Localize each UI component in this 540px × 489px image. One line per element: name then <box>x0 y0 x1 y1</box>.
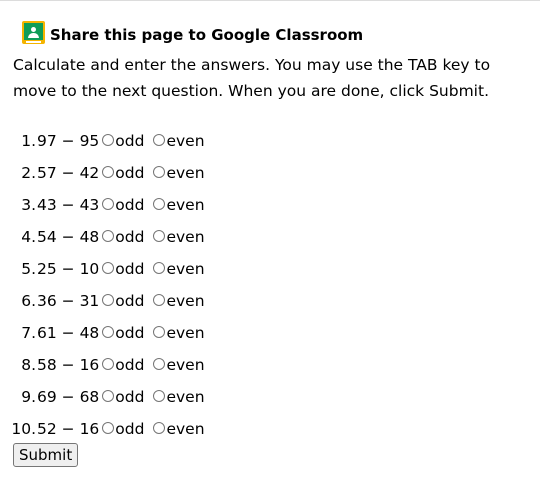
odd-radio[interactable] <box>102 326 115 338</box>
even-label[interactable]: even <box>166 292 204 310</box>
odd-label[interactable]: odd <box>115 420 144 438</box>
question-expression: 57 − 42 <box>37 164 100 182</box>
even-label[interactable]: even <box>166 356 204 374</box>
question-row: 5. 25 − 10 odd even <box>8 253 408 285</box>
question-number: 2. <box>21 164 36 182</box>
even-radio[interactable] <box>153 166 166 178</box>
odd-label[interactable]: odd <box>115 228 144 246</box>
question-number: 3. <box>21 196 36 214</box>
even-label[interactable]: even <box>166 196 204 214</box>
odd-radio[interactable] <box>102 134 115 146</box>
question-number: 1. <box>21 132 36 150</box>
even-label[interactable]: even <box>166 420 204 438</box>
even-radio[interactable] <box>153 326 166 338</box>
even-radio[interactable] <box>153 358 166 370</box>
question-expression: 97 − 95 <box>37 132 100 150</box>
question-expression: 52 − 16 <box>37 420 100 438</box>
question-row: 7. 61 − 48 odd even <box>8 317 408 349</box>
odd-radio[interactable] <box>102 166 115 178</box>
odd-label[interactable]: odd <box>115 292 144 310</box>
even-radio[interactable] <box>153 262 166 274</box>
question-row: 4. 54 − 48 odd even <box>8 221 408 253</box>
odd-radio[interactable] <box>102 198 115 210</box>
even-label[interactable]: even <box>166 388 204 406</box>
even-radio[interactable] <box>153 198 166 210</box>
even-radio[interactable] <box>153 422 166 434</box>
odd-radio[interactable] <box>102 230 115 242</box>
odd-radio[interactable] <box>102 358 115 370</box>
odd-label[interactable]: odd <box>115 196 144 214</box>
question-number: 5. <box>21 260 36 278</box>
share-to-classroom-link[interactable]: Share this page to Google Classroom <box>22 21 363 44</box>
question-row: 2. 57 − 42 odd even <box>8 157 408 189</box>
odd-label[interactable]: odd <box>115 324 144 342</box>
question-row: 8. 58 − 16 odd even <box>8 349 408 381</box>
even-label[interactable]: even <box>166 260 204 278</box>
odd-radio[interactable] <box>102 294 115 306</box>
question-expression: 25 − 10 <box>37 260 100 278</box>
question-row: 9. 69 − 68 odd even <box>8 381 408 413</box>
odd-label[interactable]: odd <box>115 164 144 182</box>
question-list: 1. 97 − 95 odd even 2. 57 − 42 odd even … <box>8 125 408 445</box>
odd-radio[interactable] <box>102 390 115 402</box>
google-classroom-icon <box>22 21 45 44</box>
odd-radio[interactable] <box>102 262 115 274</box>
even-radio[interactable] <box>153 230 166 242</box>
submit-button[interactable]: Submit <box>13 443 79 467</box>
even-radio[interactable] <box>153 390 166 402</box>
instructions-text: Calculate and enter the answers. You may… <box>13 56 491 100</box>
even-label[interactable]: even <box>166 132 204 150</box>
even-radio[interactable] <box>153 294 166 306</box>
question-expression: 61 − 48 <box>37 324 100 342</box>
question-number: 4. <box>21 228 36 246</box>
question-expression: 43 − 43 <box>37 196 100 214</box>
question-expression: 69 − 68 <box>37 388 100 406</box>
odd-label[interactable]: odd <box>115 132 144 150</box>
question-number: 9. <box>21 388 36 406</box>
odd-label[interactable]: odd <box>115 356 144 374</box>
even-label[interactable]: even <box>166 228 204 246</box>
question-expression: 58 − 16 <box>37 356 100 374</box>
share-link-label: Share this page to Google Classroom <box>50 26 364 44</box>
even-label[interactable]: even <box>166 164 204 182</box>
question-row: 6. 36 − 31 odd even <box>8 285 408 317</box>
question-expression: 36 − 31 <box>37 292 100 310</box>
question-row: 10. 52 − 16 odd even <box>8 413 408 445</box>
question-row: 1. 97 − 95 odd even <box>8 125 408 157</box>
question-number: 7. <box>21 324 36 342</box>
odd-label[interactable]: odd <box>115 388 144 406</box>
even-radio[interactable] <box>153 134 166 146</box>
even-label[interactable]: even <box>166 324 204 342</box>
question-number: 10. <box>11 420 36 438</box>
question-expression: 54 − 48 <box>37 228 100 246</box>
question-row: 3. 43 − 43 odd even <box>8 189 408 221</box>
odd-label[interactable]: odd <box>115 260 144 278</box>
odd-radio[interactable] <box>102 422 115 434</box>
question-number: 8. <box>21 356 36 374</box>
question-number: 6. <box>21 292 36 310</box>
